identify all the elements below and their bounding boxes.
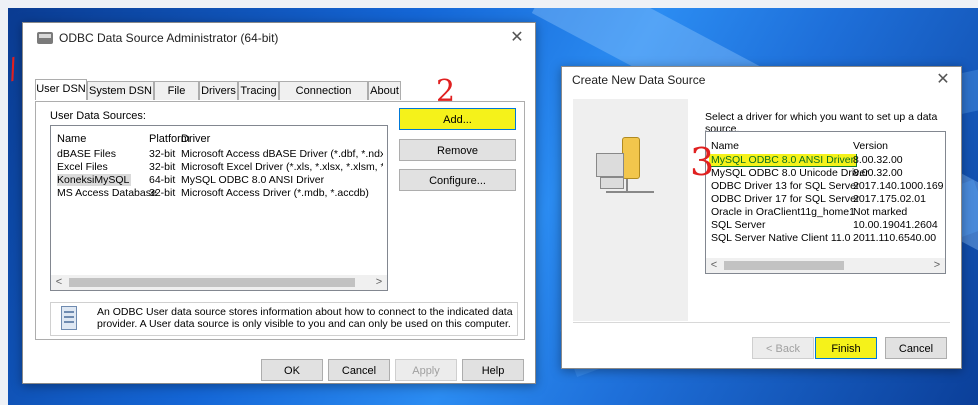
driver-row[interactable]: MySQL ODBC 8.0 ANSI Driver 8.00.32.00 — [709, 154, 943, 167]
driver-version: 2017.140.1000.169 — [853, 180, 943, 192]
create-window-title: Create New Data Source — [572, 73, 706, 87]
finish-button[interactable]: Finish — [815, 337, 877, 359]
driver-row[interactable]: Oracle in OraClient11g_home1 Not marked — [711, 206, 943, 219]
driver-version: 10.00.19041.2604 — [853, 219, 938, 231]
chevron-right-icon[interactable]: > — [929, 258, 945, 273]
row-driver: MySQL ODBC 8.0 ANSI Driver — [181, 174, 325, 186]
info-box: An ODBC User data source stores informat… — [50, 302, 518, 336]
driver-name: SQL Server Native Client 11.0 — [711, 232, 851, 244]
user-data-sources-label: User Data Sources: — [50, 110, 146, 122]
row-driver: Microsoft Excel Driver (*.xls, *.xlsx, *… — [181, 161, 383, 173]
chevron-left-icon[interactable]: < — [51, 275, 67, 290]
odbc-window-title: ODBC Data Source Administrator (64-bit) — [59, 31, 279, 45]
tab-connection-pooling[interactable]: Connection Pooling — [279, 81, 368, 116]
close-icon[interactable]: ✕ — [505, 27, 529, 49]
scrollbar-thumb[interactable] — [724, 261, 844, 270]
ok-button[interactable]: OK — [261, 359, 323, 381]
wizard-image-panel — [573, 99, 688, 321]
row-name: MS Access Database — [57, 187, 157, 199]
odbc-app-icon — [37, 32, 53, 44]
create-titlebar: Create New Data Source ✕ — [562, 67, 961, 97]
row-platform: 32-bit — [149, 187, 176, 199]
column-header-driver[interactable]: Driver — [181, 133, 210, 145]
column-header-version[interactable]: Version — [853, 140, 888, 152]
add-button[interactable]: Add... — [399, 108, 516, 130]
column-header-name[interactable]: Name — [711, 140, 739, 152]
cancel-button[interactable]: Cancel — [328, 359, 390, 381]
tab-user-dsn[interactable]: User DSN — [35, 79, 87, 100]
annotation-step-2: 2 — [436, 74, 456, 109]
driver-version: 2017.175.02.01 — [853, 193, 926, 205]
chevron-right-icon[interactable]: > — [371, 275, 387, 290]
driver-row[interactable]: MySQL ODBC 8.0 Unicode Driver 8.00.32.00 — [711, 167, 943, 180]
table-row[interactable]: MS Access Database 32-bit Microsoft Acce… — [57, 187, 383, 200]
configure-button[interactable]: Configure... — [399, 169, 516, 191]
driver-row[interactable]: ODBC Driver 13 for SQL Server 2017.140.1… — [711, 180, 943, 193]
driver-row[interactable]: ODBC Driver 17 for SQL Server 2017.175.0… — [711, 193, 943, 206]
driver-row[interactable]: SQL Server Native Client 11.0 2011.110.6… — [711, 232, 943, 245]
tab-file-dsn[interactable]: File DSN — [154, 81, 199, 116]
driver-name: ODBC Driver 13 for SQL Server — [711, 180, 860, 192]
user-dsn-panel: User Data Sources: Name Platform Driver … — [35, 101, 525, 340]
back-button[interactable]: < Back — [752, 337, 814, 359]
remove-button[interactable]: Remove — [399, 139, 516, 161]
table-row[interactable]: dBASE Files 32-bit Microsoft Access dBAS… — [57, 148, 383, 161]
row-platform: 32-bit — [149, 161, 176, 173]
chevron-left-icon[interactable]: < — [706, 258, 722, 273]
driver-version: 8.00.32.00 — [853, 154, 903, 166]
driver-row[interactable]: SQL Server 10.00.19041.2604 — [711, 219, 943, 232]
row-name: KoneksiMySQL — [57, 174, 132, 186]
row-name: dBASE Files — [57, 148, 116, 160]
driver-version: 8.00.32.00 — [853, 167, 903, 179]
horizontal-scrollbar[interactable]: < > — [51, 275, 387, 290]
row-name: Excel Files — [57, 161, 108, 173]
database-driver-icon — [596, 137, 666, 207]
driver-name: MySQL ODBC 8.0 Unicode Driver — [711, 167, 869, 179]
row-platform: 64-bit — [149, 174, 176, 186]
user-data-sources-list[interactable]: Name Platform Driver dBASE Files 32-bit … — [50, 125, 388, 291]
row-platform: 32-bit — [149, 148, 176, 160]
annotation-step-3: 3 — [690, 140, 715, 184]
driver-version: Not marked — [853, 206, 908, 218]
row-driver: Microsoft Access dBASE Driver (*.dbf, *.… — [181, 148, 383, 160]
table-row[interactable]: KoneksiMySQL 64-bit MySQL ODBC 8.0 ANSI … — [57, 174, 383, 187]
driver-version: 2011.110.6540.00 — [853, 232, 937, 244]
tab-about[interactable]: About — [368, 81, 401, 100]
cancel-button[interactable]: Cancel — [885, 337, 947, 359]
scrollbar-thumb[interactable] — [69, 278, 355, 287]
horizontal-scrollbar[interactable]: < > — [706, 258, 945, 273]
row-driver: Microsoft Access Driver (*.mdb, *.accdb) — [181, 187, 369, 199]
driver-name: Oracle in OraClient11g_home1 — [711, 206, 855, 218]
create-new-data-source-window: Create New Data Source ✕ Select a driver… — [561, 66, 962, 369]
info-text: An ODBC User data source stores informat… — [97, 306, 513, 330]
tab-tracing[interactable]: Tracing — [238, 81, 279, 100]
apply-button[interactable]: Apply — [395, 359, 457, 381]
driver-name: SQL Server — [711, 219, 766, 231]
driver-list[interactable]: Name Version MySQL ODBC 8.0 ANSI Driver … — [705, 131, 946, 274]
column-header-name[interactable]: Name — [57, 133, 86, 145]
odbc-admin-window: ODBC Data Source Administrator (64-bit) … — [22, 22, 536, 384]
driver-name: ODBC Driver 17 for SQL Server — [711, 193, 860, 205]
wizard-footer-divider — [573, 322, 950, 323]
table-row[interactable]: Excel Files 32-bit Microsoft Excel Drive… — [57, 161, 383, 174]
close-icon[interactable]: ✕ — [931, 69, 955, 91]
tab-drivers[interactable]: Drivers — [199, 81, 238, 100]
tab-system-dsn[interactable]: System DSN — [87, 81, 154, 100]
help-button[interactable]: Help — [462, 359, 524, 381]
odbc-titlebar: ODBC Data Source Administrator (64-bit) … — [23, 23, 535, 53]
driver-name: MySQL ODBC 8.0 ANSI Driver — [709, 154, 858, 167]
database-icon — [61, 306, 77, 330]
